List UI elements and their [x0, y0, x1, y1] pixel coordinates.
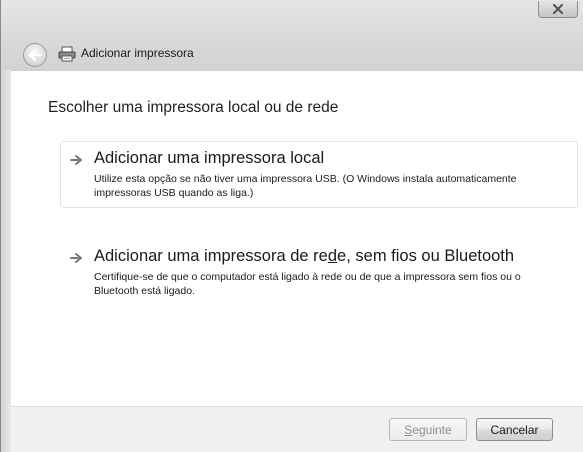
- option-title: Adicionar uma impressora local: [94, 149, 325, 167]
- option-description: Certifique-se de que o computador está l…: [94, 271, 521, 297]
- printer-icon: [58, 46, 76, 62]
- option-description: Utilize esta opção se não tiver uma impr…: [94, 173, 517, 199]
- window-title: Adicionar impressora: [81, 46, 194, 60]
- footer-bar: Seguinte Cancelar: [11, 406, 583, 452]
- add-printer-window: Adicionar impressora Escolher uma impres…: [0, 0, 583, 452]
- window-chrome: Adicionar impressora: [1, 0, 583, 70]
- option-arrow-icon: [70, 155, 82, 165]
- option-title: Adicionar uma impressora de rede, sem fi…: [94, 247, 514, 266]
- page-heading: Escolher uma impressora local ou de rede: [48, 99, 339, 116]
- option-title-part: Adicionar uma impressora de re: [94, 247, 328, 265]
- back-arrow-icon: [28, 49, 42, 61]
- option-title-accesskey: d: [327, 247, 338, 265]
- content-panel: Escolher uma impressora local ou de rede…: [11, 70, 583, 406]
- next-accesskey: S: [404, 422, 413, 437]
- option-arrow-icon: [70, 253, 82, 263]
- next-label: eguinte: [412, 422, 452, 437]
- add-local-printer-option[interactable]: Adicionar uma impressora local Utilize e…: [60, 141, 578, 208]
- close-button[interactable]: [538, 1, 578, 18]
- back-button[interactable]: [23, 43, 47, 67]
- window-left-edge: [1, 70, 11, 452]
- add-network-printer-option[interactable]: Adicionar uma impressora de rede, sem fi…: [60, 239, 578, 297]
- cancel-button[interactable]: Cancelar: [476, 418, 553, 441]
- next-button[interactable]: Seguinte: [389, 418, 467, 441]
- option-title-part: e, sem fios ou Bluetooth: [337, 247, 515, 265]
- close-icon: [553, 4, 563, 14]
